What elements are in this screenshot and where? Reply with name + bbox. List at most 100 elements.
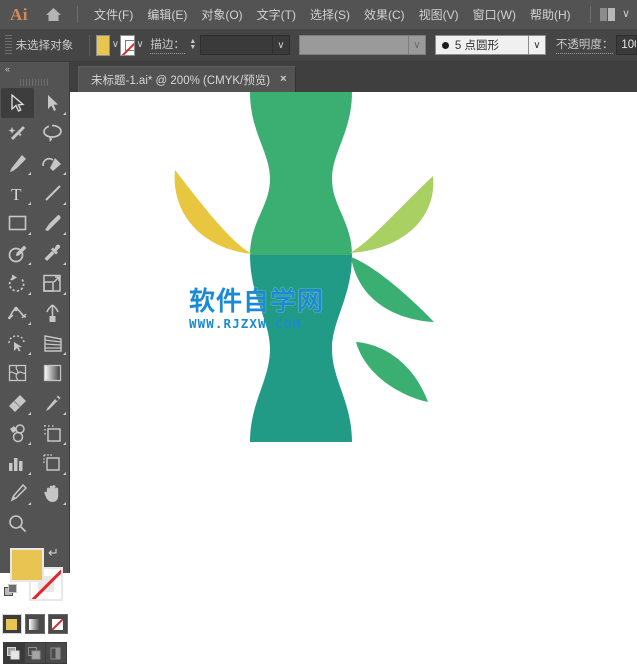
color-mode-flat[interactable] bbox=[1, 614, 22, 634]
color-mode-none[interactable] bbox=[47, 614, 68, 634]
document-tab-title: 未标题-1.ai* @ 200% (CMYK/预览) bbox=[91, 74, 271, 87]
perspective-grid-tool[interactable] bbox=[36, 328, 69, 358]
pencil-tool[interactable] bbox=[1, 478, 34, 508]
menu-window[interactable]: 窗口(W) bbox=[466, 3, 523, 26]
mesh-tool[interactable] bbox=[1, 358, 34, 388]
illustrator-window: Ai 文件(F) 编辑(E) 对象(O) 文字(T) 选择(S) 效果(C) 视… bbox=[0, 0, 637, 664]
artboard-tool[interactable] bbox=[36, 418, 69, 448]
color-mode-buttons bbox=[0, 614, 69, 634]
magic-wand-tool[interactable] bbox=[1, 118, 34, 148]
watermark-chinese-text: 软件自学网 bbox=[189, 287, 325, 317]
pen-tool[interactable] bbox=[1, 148, 34, 178]
menu-divider bbox=[77, 6, 78, 23]
menu-type[interactable]: 文字(T) bbox=[250, 3, 303, 26]
menu-object[interactable]: 对象(O) bbox=[194, 3, 249, 26]
stroke-weight-input[interactable] bbox=[199, 35, 273, 55]
shape-builder-tool[interactable] bbox=[1, 328, 34, 358]
menu-bar: Ai 文件(F) 编辑(E) 对象(O) 文字(T) 选择(S) 效果(C) 视… bbox=[0, 0, 637, 29]
leaf-right-lower-green-2 bbox=[351, 257, 434, 322]
menu-edit[interactable]: 编辑(E) bbox=[140, 3, 194, 26]
color-mode-gradient[interactable] bbox=[24, 614, 45, 634]
stalk-lower-teal bbox=[250, 255, 352, 442]
leaf-right-upper-light-green bbox=[350, 176, 434, 253]
default-fill-stroke-icon[interactable] bbox=[4, 584, 18, 598]
workspace-switcher-icon[interactable] bbox=[599, 8, 615, 21]
tools-panel-collapse-icon[interactable]: « bbox=[0, 62, 69, 76]
fill-color-swatch[interactable] bbox=[95, 34, 111, 56]
menu-select[interactable]: 选择(S) bbox=[303, 3, 357, 26]
brush-chevron-down-icon[interactable]: ∨ bbox=[528, 35, 546, 55]
stroke-weight-stepper[interactable]: ▲ ▼ bbox=[189, 38, 197, 51]
rectangle-tool[interactable] bbox=[1, 208, 34, 238]
stroke-color-swatch[interactable] bbox=[120, 34, 136, 56]
watermark: 软件自学网 WWW.RJZXW.COM bbox=[189, 289, 344, 331]
app-logo: Ai bbox=[10, 4, 28, 24]
type-tool[interactable]: T bbox=[1, 178, 34, 208]
width-tool[interactable] bbox=[1, 298, 34, 328]
rotate-tool[interactable] bbox=[1, 268, 34, 298]
drawing-mode-buttons bbox=[0, 642, 69, 664]
document-canvas[interactable]: 软件自学网 WWW.RJZXW.COM bbox=[70, 92, 637, 573]
line-segment-tool[interactable] bbox=[36, 178, 69, 208]
menu-view[interactable]: 视图(V) bbox=[412, 3, 466, 26]
stalk-upper-green bbox=[250, 92, 352, 255]
leaf-left-yellow bbox=[174, 170, 252, 254]
workspace-chevron-down-icon[interactable]: ∨ bbox=[622, 9, 630, 20]
draw-behind-mode[interactable] bbox=[25, 643, 46, 663]
svg-text:T: T bbox=[11, 185, 22, 202]
direct-selection-tool[interactable] bbox=[36, 88, 69, 118]
draw-inside-mode[interactable] bbox=[46, 643, 66, 663]
stroke-profile-select[interactable] bbox=[298, 35, 409, 55]
home-icon[interactable] bbox=[38, 7, 68, 22]
menu-effect[interactable]: 效果(C) bbox=[357, 3, 412, 26]
swap-fill-stroke-icon[interactable]: ↵ bbox=[48, 546, 59, 559]
symbol-sprayer-tool[interactable] bbox=[1, 418, 34, 448]
watermark-url-text: WWW.RJZXW.COM bbox=[189, 316, 302, 331]
fill-color-indicator[interactable] bbox=[10, 548, 44, 582]
color-controls: ↵ bbox=[0, 546, 69, 612]
hand-tool[interactable] bbox=[36, 478, 69, 508]
scissors-tool[interactable] bbox=[36, 388, 69, 418]
curvature-tool[interactable] bbox=[36, 148, 69, 178]
brush-dot-icon bbox=[441, 41, 449, 49]
free-transform-tool[interactable] bbox=[36, 298, 69, 328]
paintbrush-tool[interactable] bbox=[36, 208, 69, 238]
stroke-weight-chevron-down-icon[interactable]: ∨ bbox=[272, 35, 290, 55]
workspace-divider bbox=[589, 6, 591, 23]
fill-chevron-down-icon[interactable]: ∨ bbox=[110, 40, 120, 50]
eraser-tool[interactable] bbox=[1, 388, 34, 418]
stroke-weight-label[interactable]: 描边： bbox=[150, 36, 185, 54]
scale-tool[interactable] bbox=[36, 268, 69, 298]
zoom-tool[interactable] bbox=[1, 508, 34, 538]
bamboo-plant-illustration[interactable] bbox=[70, 92, 637, 573]
control-bar-grip[interactable] bbox=[5, 35, 12, 55]
draw-normal-mode[interactable] bbox=[3, 643, 25, 663]
tools-empty-slot bbox=[36, 508, 69, 538]
menu-help[interactable]: 帮助(H) bbox=[523, 3, 578, 26]
lasso-tool[interactable] bbox=[36, 118, 69, 148]
column-graph-tool[interactable] bbox=[1, 448, 34, 478]
document-tab[interactable]: 未标题-1.ai* @ 200% (CMYK/预览) × bbox=[78, 66, 296, 92]
document-tab-bar: 未标题-1.ai* @ 200% (CMYK/预览) × bbox=[70, 62, 637, 92]
brush-definition-content: 5 点圆形 bbox=[436, 37, 505, 53]
opacity-label[interactable]: 不透明度： bbox=[555, 36, 614, 54]
selection-status-label: 未选择对象 bbox=[15, 40, 74, 52]
menu-file[interactable]: 文件(F) bbox=[87, 3, 140, 26]
eyedropper-tool[interactable] bbox=[36, 238, 69, 268]
close-icon[interactable]: × bbox=[280, 74, 286, 85]
control-divider-1 bbox=[89, 34, 90, 56]
tools-panel-grip[interactable] bbox=[0, 76, 69, 88]
brush-definition-label: 5 点圆形 bbox=[454, 40, 499, 52]
tools-grid: T bbox=[0, 88, 69, 538]
stroke-chevron-down-icon[interactable]: ∨ bbox=[135, 40, 145, 50]
selection-tool[interactable] bbox=[1, 88, 34, 118]
shaper-tool[interactable] bbox=[1, 238, 34, 268]
menu-bar-right: ∨ bbox=[581, 6, 637, 23]
control-bar: 未选择对象 ∨ ∨ 描边： ▲ ▼ ∨ ∨ 5 点圆形 ∨ 不透明度： 10 bbox=[0, 29, 637, 62]
slice-tool[interactable] bbox=[36, 448, 69, 478]
opacity-input[interactable]: 100 bbox=[616, 35, 637, 55]
stroke-profile-chevron-down-icon[interactable]: ∨ bbox=[408, 35, 426, 55]
leaf-right-lower-green bbox=[356, 342, 428, 402]
gradient-tool[interactable] bbox=[36, 358, 69, 388]
brush-definition-select[interactable]: 5 点圆形 bbox=[434, 35, 529, 55]
